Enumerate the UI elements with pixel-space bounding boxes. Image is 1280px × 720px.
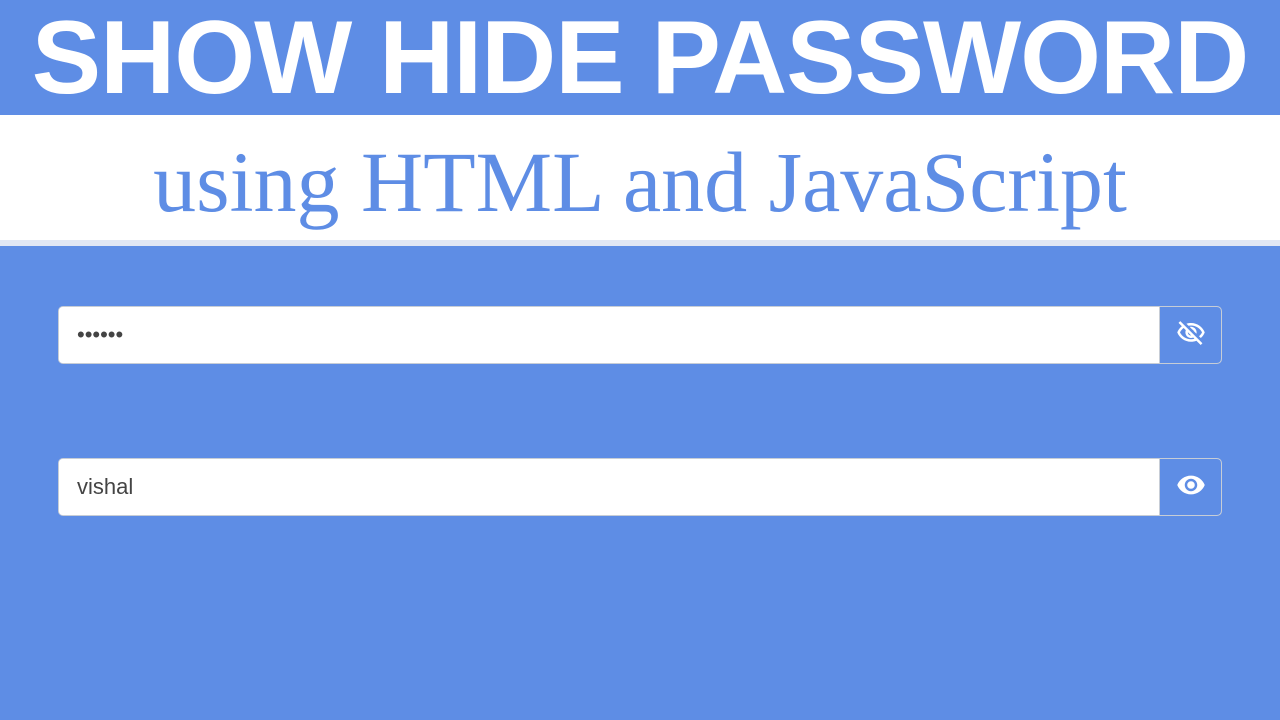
- eye-off-icon: [1176, 318, 1206, 351]
- password-input-group: [58, 458, 1222, 516]
- toggle-visibility-button[interactable]: [1159, 459, 1221, 515]
- page-title: SHOW HIDE PASSWORD: [0, 0, 1280, 115]
- password-input[interactable]: [59, 459, 1159, 515]
- password-input-group: [58, 306, 1222, 364]
- toggle-visibility-button[interactable]: [1159, 307, 1221, 363]
- form-container: [0, 246, 1280, 516]
- password-input[interactable]: [59, 307, 1159, 363]
- page-subtitle: using HTML and JavaScript: [0, 133, 1280, 240]
- eye-icon: [1176, 470, 1206, 503]
- divider: [0, 115, 1280, 133]
